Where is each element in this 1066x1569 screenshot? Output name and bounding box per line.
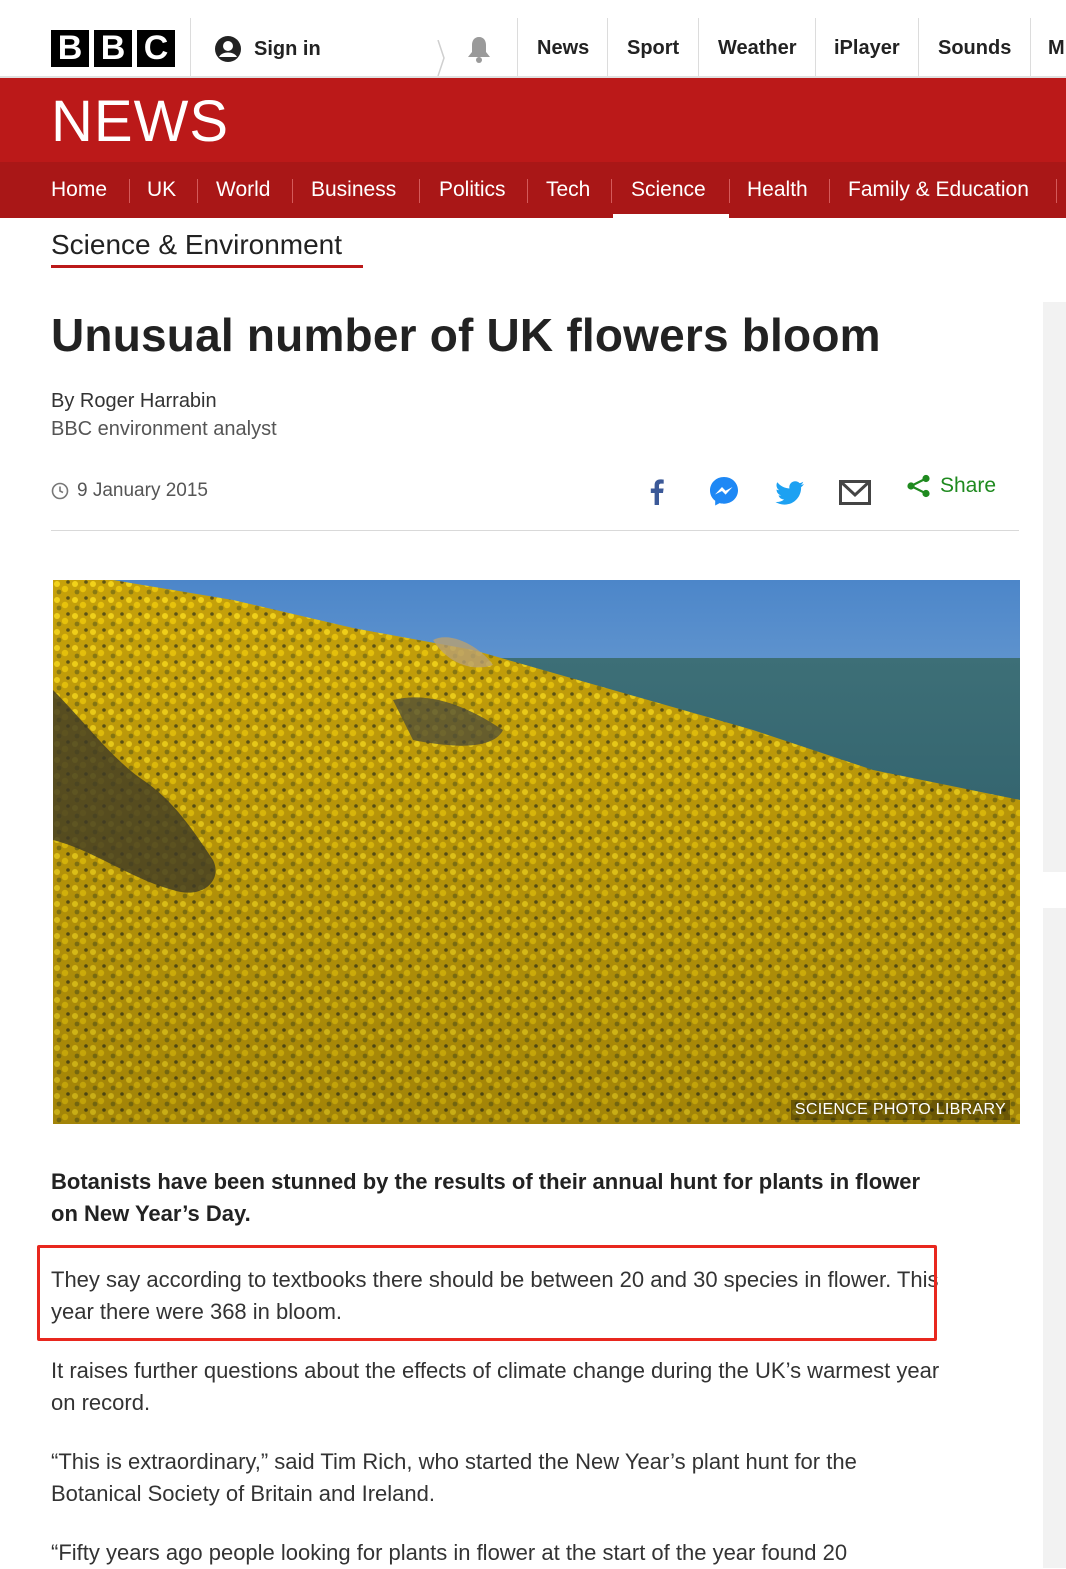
sign-in-link[interactable]: Sign in (214, 34, 321, 64)
nav-divider (829, 179, 830, 203)
divider (698, 18, 699, 76)
nav-divider (292, 179, 293, 203)
topnav-more[interactable]: M (1048, 18, 1065, 78)
nav-divider (527, 179, 528, 203)
share-icon (907, 474, 930, 498)
article-hero-image: SCIENCE PHOTO LIBRARY (53, 580, 1020, 1124)
nav-divider (197, 179, 198, 203)
byline-role: BBC environment analyst (51, 418, 277, 440)
topnav-label: iPlayer (834, 36, 900, 59)
divider (918, 18, 919, 76)
nav-item-business[interactable]: Business (311, 162, 396, 218)
nav-item-world[interactable]: World (216, 162, 270, 218)
article-date: 9 January 2015 (51, 480, 208, 502)
divider (190, 18, 191, 76)
share-label: Share (940, 474, 997, 497)
nav-item-science[interactable]: Science (631, 162, 706, 218)
topnav-sounds[interactable]: Sounds (938, 18, 1011, 78)
bell-icon[interactable] (465, 34, 493, 64)
user-icon (215, 36, 241, 62)
section-nav: Home UK World Business Politics Tech Sci… (0, 162, 1066, 218)
divider (607, 18, 608, 76)
bbc-logo[interactable]: B B C (51, 30, 175, 67)
nav-divider (419, 179, 420, 203)
sign-in-label: Sign in (254, 37, 321, 60)
sidebar-panel (1043, 302, 1066, 872)
clock-icon (51, 482, 69, 500)
nav-item-family-education[interactable]: Family & Education (848, 162, 1029, 218)
highlight-annotation-box (37, 1245, 937, 1341)
email-icon[interactable] (838, 476, 872, 510)
topnav-iplayer[interactable]: iPlayer (834, 18, 900, 78)
article-paragraph: It raises further questions about the ef… (51, 1358, 940, 1415)
date-text: 9 January 2015 (77, 480, 208, 501)
nav-item-health[interactable]: Health (747, 162, 808, 218)
article-paragraph: “Fifty years ago people looking for plan… (51, 1540, 848, 1565)
facebook-icon[interactable] (640, 474, 674, 508)
topnav-label: News (537, 36, 590, 59)
byline-author: By Roger Harrabin (51, 390, 217, 412)
messenger-icon[interactable] (707, 474, 741, 508)
divider (815, 18, 816, 76)
nav-divider (729, 179, 730, 203)
topnav-label: Weather (718, 36, 797, 59)
nav-item-tech[interactable]: Tech (546, 162, 590, 218)
sidebar-panel (1043, 908, 1066, 1568)
bbc-logo-letter: B (51, 30, 89, 67)
image-credit: SCIENCE PHOTO LIBRARY (790, 1100, 1010, 1120)
topnav-label: Sounds (938, 36, 1012, 59)
divider (517, 18, 518, 76)
section-underline (51, 265, 363, 268)
news-wordmark[interactable]: NEWS (51, 90, 229, 154)
nav-item-uk[interactable]: UK (147, 162, 176, 218)
share-button[interactable]: Share (906, 474, 996, 498)
twitter-icon[interactable] (773, 476, 807, 510)
article-paragraph: “This is extraordinary,” said Tim Rich, … (51, 1449, 857, 1506)
nav-divider (611, 179, 612, 203)
divider (51, 530, 1019, 531)
topnav-news[interactable]: News (537, 18, 589, 78)
article-lead-paragraph: Botanists have been stunned by the resul… (51, 1169, 921, 1226)
chevron-right-icon (437, 40, 445, 76)
bbc-logo-letter: C (137, 30, 175, 67)
topnav-label: M (1048, 36, 1065, 59)
gorse-hillside-photo (53, 580, 1020, 1124)
topnav-weather[interactable]: Weather (718, 18, 797, 78)
nav-active-indicator (613, 214, 729, 218)
nav-item-home[interactable]: Home (51, 162, 107, 218)
topnav-sport[interactable]: Sport (627, 18, 679, 78)
nav-divider (129, 179, 130, 203)
bbc-masthead: B B C Sign in News Sport Weather iPlayer… (0, 0, 1066, 78)
topnav-label: Sport (627, 36, 680, 59)
article-headline: Unusual number of UK flowers bloom (51, 309, 881, 361)
nav-divider (1056, 179, 1057, 203)
section-header[interactable]: Science & Environment (51, 229, 342, 261)
nav-item-politics[interactable]: Politics (439, 162, 506, 218)
bbc-logo-letter: B (94, 30, 132, 67)
divider (1030, 18, 1031, 76)
